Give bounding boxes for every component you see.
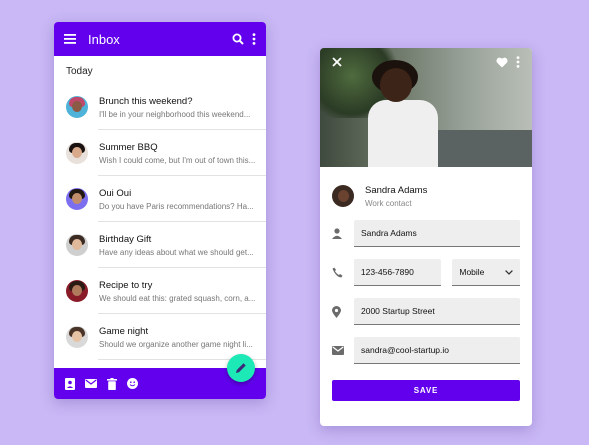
person-icon <box>332 228 354 239</box>
contacts-icon[interactable] <box>65 377 75 390</box>
avatar <box>332 185 354 207</box>
avatar <box>66 280 88 302</box>
chevron-down-icon <box>505 269 513 275</box>
message-list: Brunch this weekend? I'll be in your nei… <box>54 84 266 360</box>
message-title: Birthday Gift <box>99 233 152 245</box>
message-preview: Should we organize another game night li… <box>99 339 253 349</box>
message-title: Brunch this weekend? <box>99 95 193 107</box>
message-title: Recipe to try <box>99 279 153 291</box>
message-title: Game night <box>99 325 149 337</box>
address-field[interactable]: 2000 Startup Street <box>354 298 520 325</box>
email-icon <box>332 346 354 355</box>
mail-icon[interactable] <box>85 379 97 388</box>
phone-row: 123-456-7890 Mobile <box>320 253 532 292</box>
heart-icon[interactable] <box>496 57 508 68</box>
contact-role: Work contact <box>365 198 412 208</box>
inbox-app-bar: Inbox <box>54 22 266 56</box>
email-field[interactable]: sandra@cool-startup.io <box>354 337 520 364</box>
list-item[interactable]: Oui Oui Do you have Paris recommendation… <box>54 176 266 222</box>
list-item[interactable]: Brunch this weekend? I'll be in your nei… <box>54 84 266 130</box>
message-preview: Do you have Paris recommendations? Ha... <box>99 201 254 211</box>
avatar <box>66 188 88 210</box>
message-preview: Wish I could come, but I'm out of town t… <box>99 155 256 165</box>
list-item[interactable]: Birthday Gift Have any ideas about what … <box>54 222 266 268</box>
close-icon[interactable] <box>332 57 342 67</box>
phone-type-value: Mobile <box>459 267 485 277</box>
avatar <box>66 234 88 256</box>
list-item[interactable]: Game night Should we organize another ga… <box>54 314 266 360</box>
emoji-icon[interactable] <box>127 378 138 389</box>
compose-fab[interactable] <box>227 354 255 382</box>
contact-hero-image <box>320 48 532 167</box>
message-title: Summer BBQ <box>99 141 158 153</box>
contact-card: Sandra Adams Work contact Sandra Adams 1… <box>320 48 532 426</box>
save-button[interactable]: SAVE <box>332 380 520 401</box>
list-item[interactable]: Summer BBQ Wish I could come, but I'm ou… <box>54 130 266 176</box>
contact-name: Sandra Adams <box>365 184 428 196</box>
phone-type-select[interactable]: Mobile <box>452 259 520 286</box>
more-vert-icon[interactable] <box>252 33 256 45</box>
name-row: Sandra Adams <box>320 214 532 253</box>
message-preview: We should eat this: grated squash, corn,… <box>99 293 256 303</box>
phone-field[interactable]: 123-456-7890 <box>353 259 442 286</box>
section-label-today: Today <box>66 66 93 77</box>
message-preview: Have any ideas about what we should get.… <box>99 247 254 257</box>
name-field[interactable]: Sandra Adams <box>354 220 520 247</box>
contact-header: Sandra Adams Work contact <box>320 167 532 214</box>
inbox-card: Inbox Today Brunch this weekend? I'll be… <box>54 22 266 399</box>
message-preview: I'll be in your neighborhood this weeken… <box>99 109 251 119</box>
menu-icon[interactable] <box>64 34 76 44</box>
avatar <box>66 326 88 348</box>
email-row: sandra@cool-startup.io <box>320 331 532 370</box>
avatar <box>66 142 88 164</box>
message-title: Oui Oui <box>99 187 132 199</box>
address-row: 2000 Startup Street <box>320 292 532 331</box>
more-vert-icon[interactable] <box>516 56 520 68</box>
search-icon[interactable] <box>232 33 244 45</box>
edit-icon <box>235 362 247 374</box>
inbox-title: Inbox <box>88 31 120 47</box>
avatar <box>66 96 88 118</box>
location-icon <box>332 305 354 318</box>
trash-icon[interactable] <box>107 377 117 390</box>
phone-icon <box>332 267 354 278</box>
list-item[interactable]: Recipe to try We should eat this: grated… <box>54 268 266 314</box>
